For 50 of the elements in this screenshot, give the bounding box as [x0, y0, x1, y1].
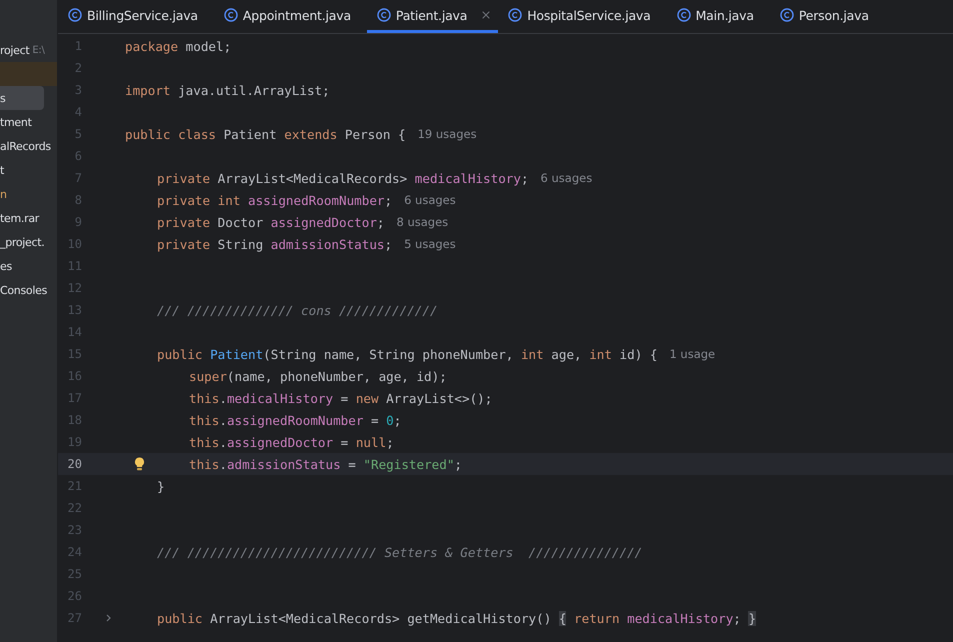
class-icon: [224, 8, 238, 22]
class-icon: [508, 8, 522, 22]
code-line: import java.util.ArrayList;: [125, 82, 330, 98]
code-line: this.medicalHistory = new ArrayList<>();: [189, 390, 492, 406]
editor-tab[interactable]: Appointment.java: [214, 0, 357, 33]
close-icon[interactable]: [480, 9, 492, 21]
usages-hint[interactable]: 6 usages: [404, 193, 456, 207]
code-line: private int assignedRoomNumber;: [157, 192, 392, 208]
code-comment: /// ///////////////////////// Setters & Getters ///////////////: [157, 544, 642, 560]
project-tree-item[interactable]: roject E:\: [0, 38, 57, 62]
code-line: private String admissionStatus;: [157, 236, 392, 252]
usages-hint[interactable]: 6 usages: [540, 171, 592, 185]
usages-hint[interactable]: 8 usages: [396, 215, 448, 229]
class-icon: [376, 8, 391, 22]
project-tree-item[interactable]: n: [0, 182, 57, 206]
code-line: this.assignedDoctor = null;: [189, 434, 394, 450]
editor-tab[interactable]: HospitalService.java: [498, 0, 657, 33]
usages-hint[interactable]: 19 usages: [418, 127, 477, 141]
lightbulb-icon[interactable]: [134, 457, 145, 471]
chevron-icon[interactable]: [106, 614, 111, 622]
code-line: this.admissionStatus = "Registered";: [189, 456, 462, 472]
code-line: public ArrayList<MedicalRecords> getMedicalHistory() { return medicalHistory; }: [157, 610, 756, 626]
editor-tab[interactable]: Person.java: [770, 0, 875, 33]
code-line: private ArrayList<MedicalRecords> medicalHistory;: [157, 170, 529, 186]
class-icon: [68, 8, 82, 22]
editor-tab[interactable]: BillingService.java: [58, 0, 204, 33]
editor-tab[interactable]: Main.java: [666, 0, 760, 33]
class-icon: [780, 8, 794, 22]
project-tree-item[interactable]: tment: [0, 110, 57, 134]
project-tree-item[interactable]: Consoles: [0, 278, 57, 302]
project-tree-item[interactable]: _project.: [0, 230, 57, 254]
project-tree-item[interactable]: s: [0, 86, 44, 110]
project-tree-item[interactable]: t: [0, 158, 57, 182]
code-line: private Doctor assignedDoctor;: [157, 214, 384, 230]
project-tree-item[interactable]: alRecords: [0, 134, 57, 158]
code-line: super(name, phoneNumber, age, id);: [189, 368, 447, 384]
code-line: package model;: [125, 38, 232, 54]
code-line: public class Patient extends Person {: [125, 126, 406, 142]
usages-hint[interactable]: 1 usage: [669, 347, 716, 361]
editor-tab[interactable]: Patient.java: [366, 0, 498, 33]
project-tree-item[interactable]: tem.rar: [0, 206, 57, 230]
code-comment: /// ////////////// cons /////////////: [157, 302, 438, 318]
code-line: public Patient(String name, String phoneNumber, int age, int id) {: [157, 346, 658, 362]
code-line: }: [157, 478, 165, 494]
code-line: this.assignedRoomNumber = 0;: [189, 412, 402, 428]
project-tree-item[interactable]: es: [0, 254, 57, 278]
usages-hint[interactable]: 5 usages: [404, 237, 456, 251]
line-number: 20: [66, 457, 82, 471]
class-icon: [676, 8, 691, 22]
project-path: E:\: [32, 44, 45, 56]
